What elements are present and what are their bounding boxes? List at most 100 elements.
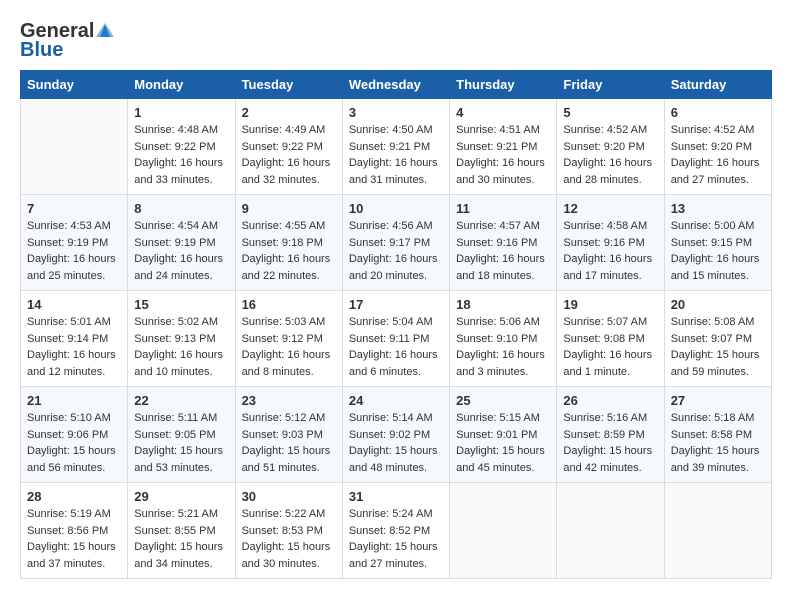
day-info: Sunrise: 5:15 AMSunset: 9:01 PMDaylight:… bbox=[456, 410, 550, 476]
day-cell bbox=[664, 483, 771, 579]
day-info: Sunrise: 5:12 AMSunset: 9:03 PMDaylight:… bbox=[242, 410, 336, 476]
week-row-3: 14Sunrise: 5:01 AMSunset: 9:14 PMDayligh… bbox=[21, 291, 772, 387]
day-info: Sunrise: 5:11 AMSunset: 9:05 PMDaylight:… bbox=[134, 410, 228, 476]
day-cell: 13Sunrise: 5:00 AMSunset: 9:15 PMDayligh… bbox=[664, 195, 771, 291]
day-cell: 5 Sunrise: 4:52 AMSunset: 9:20 PMDaylight… bbox=[557, 99, 664, 195]
day-cell: 27 Sunrise: 5:18 AMSunset: 8:58 PMDayligh… bbox=[664, 387, 771, 483]
week-row-1: 1 Sunrise: 4:48 AMSunset: 9:22 PMDaylight… bbox=[21, 99, 772, 195]
day-number: 10 bbox=[349, 201, 443, 216]
day-number: 29 bbox=[134, 489, 228, 504]
day-cell: 8 Sunrise: 4:54 AMSunset: 9:19 PMDaylight… bbox=[128, 195, 235, 291]
header: General Blue bbox=[20, 20, 772, 62]
day-info: Sunrise: 4:49 AMSunset: 9:22 PMDaylight:… bbox=[242, 122, 336, 188]
day-number: 5 bbox=[563, 105, 657, 120]
day-cell: 10 Sunrise: 4:56 AMSunset: 9:17 PMDayligh… bbox=[342, 195, 449, 291]
header-cell-tuesday: Tuesday bbox=[235, 71, 342, 99]
header-row: SundayMondayTuesdayWednesdayThursdayFrid… bbox=[21, 71, 772, 99]
day-info: Sunrise: 4:48 AMSunset: 9:22 PMDaylight:… bbox=[134, 122, 228, 188]
day-cell: 15 Sunrise: 5:02 AMSunset: 9:13 PMDayligh… bbox=[128, 291, 235, 387]
day-info: Sunrise: 4:52 AMSunset: 9:20 PMDaylight:… bbox=[671, 122, 765, 188]
day-number: 12 bbox=[563, 201, 657, 216]
day-number: 11 bbox=[456, 201, 550, 216]
day-info: Sunrise: 4:52 AMSunset: 9:20 PMDaylight:… bbox=[563, 122, 657, 188]
day-info: Sunrise: 4:53 AMSunset: 9:19 PMDaylight:… bbox=[27, 218, 121, 284]
day-cell: 31 Sunrise: 5:24 AMSunset: 8:52 PMDayligh… bbox=[342, 483, 449, 579]
day-cell: 26Sunrise: 5:16 AMSunset: 8:59 PMDayligh… bbox=[557, 387, 664, 483]
day-info: Sunrise: 5:14 AMSunset: 9:02 PMDaylight:… bbox=[349, 410, 443, 476]
day-number: 31 bbox=[349, 489, 443, 504]
day-number: 2 bbox=[242, 105, 336, 120]
day-cell: 19Sunrise: 5:07 AMSunset: 9:08 PMDayligh… bbox=[557, 291, 664, 387]
logo-blue-text: Blue bbox=[20, 39, 63, 62]
day-number: 27 bbox=[671, 393, 765, 408]
header-cell-friday: Friday bbox=[557, 71, 664, 99]
day-info: Sunrise: 4:54 AMSunset: 9:19 PMDaylight:… bbox=[134, 218, 228, 284]
calendar-table: SundayMondayTuesdayWednesdayThursdayFrid… bbox=[20, 70, 772, 579]
logo-triangle-icon bbox=[96, 21, 114, 39]
day-number: 9 bbox=[242, 201, 336, 216]
day-number: 22 bbox=[134, 393, 228, 408]
day-info: Sunrise: 4:57 AMSunset: 9:16 PMDaylight:… bbox=[456, 218, 550, 284]
calendar-body: 1 Sunrise: 4:48 AMSunset: 9:22 PMDaylight… bbox=[21, 99, 772, 579]
day-cell: 7Sunrise: 4:53 AMSunset: 9:19 PMDaylight… bbox=[21, 195, 128, 291]
day-info: Sunrise: 5:21 AMSunset: 8:55 PMDaylight:… bbox=[134, 506, 228, 572]
day-cell: 20Sunrise: 5:08 AMSunset: 9:07 PMDayligh… bbox=[664, 291, 771, 387]
day-number: 8 bbox=[134, 201, 228, 216]
day-number: 28 bbox=[27, 489, 121, 504]
day-cell: 30 Sunrise: 5:22 AMSunset: 8:53 PMDayligh… bbox=[235, 483, 342, 579]
day-cell: 24Sunrise: 5:14 AMSunset: 9:02 PMDayligh… bbox=[342, 387, 449, 483]
day-cell: 21 Sunrise: 5:10 AMSunset: 9:06 PMDayligh… bbox=[21, 387, 128, 483]
day-number: 4 bbox=[456, 105, 550, 120]
day-info: Sunrise: 5:02 AMSunset: 9:13 PMDaylight:… bbox=[134, 314, 228, 380]
day-number: 15 bbox=[134, 297, 228, 312]
day-cell: 29 Sunrise: 5:21 AMSunset: 8:55 PMDayligh… bbox=[128, 483, 235, 579]
day-cell: 12Sunrise: 4:58 AMSunset: 9:16 PMDayligh… bbox=[557, 195, 664, 291]
day-number: 19 bbox=[563, 297, 657, 312]
day-number: 6 bbox=[671, 105, 765, 120]
day-cell: 18 Sunrise: 5:06 AMSunset: 9:10 PMDayligh… bbox=[450, 291, 557, 387]
day-number: 20 bbox=[671, 297, 765, 312]
week-row-5: 28 Sunrise: 5:19 AMSunset: 8:56 PMDayligh… bbox=[21, 483, 772, 579]
header-cell-sunday: Sunday bbox=[21, 71, 128, 99]
day-cell: 3 Sunrise: 4:50 AMSunset: 9:21 PMDaylight… bbox=[342, 99, 449, 195]
day-info: Sunrise: 4:56 AMSunset: 9:17 PMDaylight:… bbox=[349, 218, 443, 284]
day-cell: 28 Sunrise: 5:19 AMSunset: 8:56 PMDayligh… bbox=[21, 483, 128, 579]
day-number: 1 bbox=[134, 105, 228, 120]
day-cell: 11 Sunrise: 4:57 AMSunset: 9:16 PMDayligh… bbox=[450, 195, 557, 291]
header-cell-wednesday: Wednesday bbox=[342, 71, 449, 99]
week-row-4: 21 Sunrise: 5:10 AMSunset: 9:06 PMDayligh… bbox=[21, 387, 772, 483]
logo: General Blue bbox=[20, 20, 114, 62]
day-cell bbox=[557, 483, 664, 579]
day-cell bbox=[450, 483, 557, 579]
day-info: Sunrise: 4:51 AMSunset: 9:21 PMDaylight:… bbox=[456, 122, 550, 188]
week-row-2: 7Sunrise: 4:53 AMSunset: 9:19 PMDaylight… bbox=[21, 195, 772, 291]
day-info: Sunrise: 5:22 AMSunset: 8:53 PMDaylight:… bbox=[242, 506, 336, 572]
day-info: Sunrise: 4:55 AMSunset: 9:18 PMDaylight:… bbox=[242, 218, 336, 284]
day-number: 18 bbox=[456, 297, 550, 312]
day-number: 21 bbox=[27, 393, 121, 408]
day-info: Sunrise: 5:18 AMSunset: 8:58 PMDaylight:… bbox=[671, 410, 765, 476]
day-info: Sunrise: 5:24 AMSunset: 8:52 PMDaylight:… bbox=[349, 506, 443, 572]
day-number: 30 bbox=[242, 489, 336, 504]
day-cell: 9 Sunrise: 4:55 AMSunset: 9:18 PMDaylight… bbox=[235, 195, 342, 291]
day-cell: 25 Sunrise: 5:15 AMSunset: 9:01 PMDayligh… bbox=[450, 387, 557, 483]
day-info: Sunrise: 5:06 AMSunset: 9:10 PMDaylight:… bbox=[456, 314, 550, 380]
header-cell-monday: Monday bbox=[128, 71, 235, 99]
day-cell: 22 Sunrise: 5:11 AMSunset: 9:05 PMDayligh… bbox=[128, 387, 235, 483]
day-number: 13 bbox=[671, 201, 765, 216]
day-cell: 16Sunrise: 5:03 AMSunset: 9:12 PMDayligh… bbox=[235, 291, 342, 387]
day-number: 26 bbox=[563, 393, 657, 408]
day-number: 23 bbox=[242, 393, 336, 408]
day-cell: 23 Sunrise: 5:12 AMSunset: 9:03 PMDayligh… bbox=[235, 387, 342, 483]
day-number: 3 bbox=[349, 105, 443, 120]
day-cell: 6 Sunrise: 4:52 AMSunset: 9:20 PMDaylight… bbox=[664, 99, 771, 195]
day-info: Sunrise: 5:19 AMSunset: 8:56 PMDaylight:… bbox=[27, 506, 121, 572]
day-cell: 17Sunrise: 5:04 AMSunset: 9:11 PMDayligh… bbox=[342, 291, 449, 387]
day-cell: 2 Sunrise: 4:49 AMSunset: 9:22 PMDaylight… bbox=[235, 99, 342, 195]
day-number: 17 bbox=[349, 297, 443, 312]
day-info: Sunrise: 5:10 AMSunset: 9:06 PMDaylight:… bbox=[27, 410, 121, 476]
day-cell: 1 Sunrise: 4:48 AMSunset: 9:22 PMDaylight… bbox=[128, 99, 235, 195]
day-number: 25 bbox=[456, 393, 550, 408]
day-number: 16 bbox=[242, 297, 336, 312]
day-info: Sunrise: 4:50 AMSunset: 9:21 PMDaylight:… bbox=[349, 122, 443, 188]
